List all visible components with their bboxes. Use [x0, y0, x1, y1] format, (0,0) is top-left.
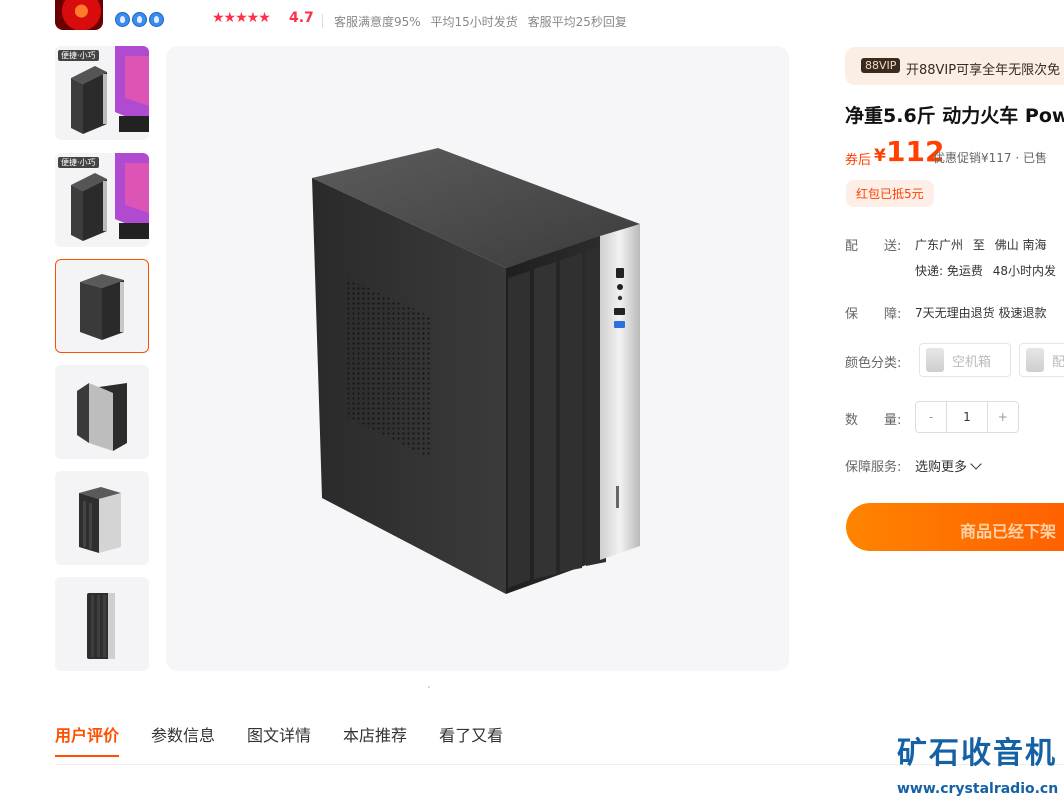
buy-button-label: 商品已经下架 — [960, 522, 1057, 541]
vip-banner-text: 开88VIP可享全年无限次免 — [906, 63, 1061, 78]
divider — [322, 14, 323, 28]
rating-stars: ★★★★★ — [212, 10, 271, 26]
thumbnail-tag: 便捷·小巧 — [58, 157, 99, 168]
color-label: 颜色分类: — [845, 356, 902, 371]
delivery-to-word: 至 — [972, 238, 985, 252]
main-product-image[interactable] — [166, 46, 789, 671]
tab-recommend[interactable]: 本店推荐 — [343, 722, 407, 756]
currency-symbol: ¥ — [874, 146, 886, 166]
shop-level-badges — [115, 12, 164, 27]
thumbnail-1[interactable]: 便捷·小巧 — [55, 46, 149, 140]
tab-also-viewed[interactable]: 看了又看 — [439, 722, 503, 756]
thumbnail-4[interactable] — [55, 365, 149, 459]
thumbnail-2[interactable]: 便捷·小巧 — [55, 153, 149, 247]
crown-badge-icon — [132, 12, 147, 27]
service-label: 保障服务: — [845, 460, 902, 475]
detail-tabs: 用户评价 参数信息 图文详情 本店推荐 看了又看 — [55, 722, 535, 757]
thumbnail-image — [79, 487, 121, 553]
color-option-image — [1026, 348, 1044, 372]
carousel-indicator — [428, 686, 430, 688]
more-services-dropdown[interactable]: 选购更多 — [915, 456, 982, 475]
tab-details[interactable]: 图文详情 — [247, 722, 311, 756]
thumbnail-5[interactable] — [55, 471, 149, 565]
thumbnail-6[interactable] — [55, 577, 149, 671]
color-option-label: 空机箱 — [952, 354, 992, 370]
watermark-url: www.crystalradio.cn — [897, 781, 1059, 797]
product-title: 净重5.6斤 动力火车 Pow — [845, 105, 1064, 127]
thumbnail-3-selected[interactable] — [55, 259, 149, 353]
color-option-2[interactable]: 配 — [1019, 343, 1064, 377]
service-metrics: 客服满意度95% 平均15小时发货 客服平均25秒回复 — [334, 13, 633, 30]
thumbnail-tag: 便捷·小巧 — [58, 50, 99, 61]
chevron-down-icon — [970, 458, 982, 470]
pc-case-illustration — [312, 148, 640, 594]
tab-specs[interactable]: 参数信息 — [151, 722, 215, 756]
satisfaction-metric: 客服满意度95% — [334, 15, 421, 29]
vip-tag: 88VIP — [861, 58, 901, 73]
guarantee-text[interactable]: 7天无理由退货 极速退款 — [915, 304, 1046, 321]
guarantee-label: 保 障: — [845, 307, 902, 322]
color-option-image — [926, 348, 944, 372]
delivery-to[interactable]: 佛山 南海 — [995, 238, 1047, 252]
shop-logo[interactable] — [55, 0, 103, 30]
color-option-label: 配 — [1052, 354, 1064, 370]
quantity-stepper: - 1 + — [915, 401, 1019, 433]
delivery-from: 广东广州 — [915, 238, 964, 252]
shipping-fee: 快递: 免运费 — [915, 264, 983, 278]
rating-score: 4.7 — [289, 10, 314, 26]
reply-metric: 客服平均25秒回复 — [527, 15, 627, 29]
shipping-metric: 平均15小时发货 — [430, 15, 518, 29]
delivery-label: 配 送: — [845, 239, 902, 254]
color-option-empty-case[interactable]: 空机箱 — [919, 343, 1011, 377]
shipping-eta: 48小时内发 — [992, 264, 1056, 278]
crown-badge-icon — [115, 12, 130, 27]
thumbnail-image — [80, 274, 124, 340]
shipping-info: 快递: 免运费 48小时内发 — [915, 262, 1056, 279]
quantity-increment-button[interactable]: + — [986, 402, 1018, 432]
coupon-badge[interactable]: 红包已抵5元 — [846, 180, 934, 207]
shop-name[interactable] — [112, 0, 242, 2]
quantity-input[interactable]: 1 — [947, 402, 986, 432]
quantity-label: 数 量: — [845, 413, 902, 428]
price-prefix: 券后 — [845, 153, 872, 168]
price-note: 优惠促销¥117 · 已售 — [933, 151, 1047, 165]
crown-badge-icon — [149, 12, 164, 27]
quantity-decrement-button[interactable]: - — [916, 402, 948, 432]
delivery-route[interactable]: 广东广州 至 佛山 南海 — [915, 236, 1047, 253]
tab-reviews[interactable]: 用户评价 — [55, 722, 120, 757]
thumbnail-image — [87, 593, 115, 659]
more-services-label: 选购更多 — [915, 460, 968, 475]
watermark-title: 矿石收音机 — [897, 736, 1057, 771]
thumbnail-image — [77, 383, 127, 451]
